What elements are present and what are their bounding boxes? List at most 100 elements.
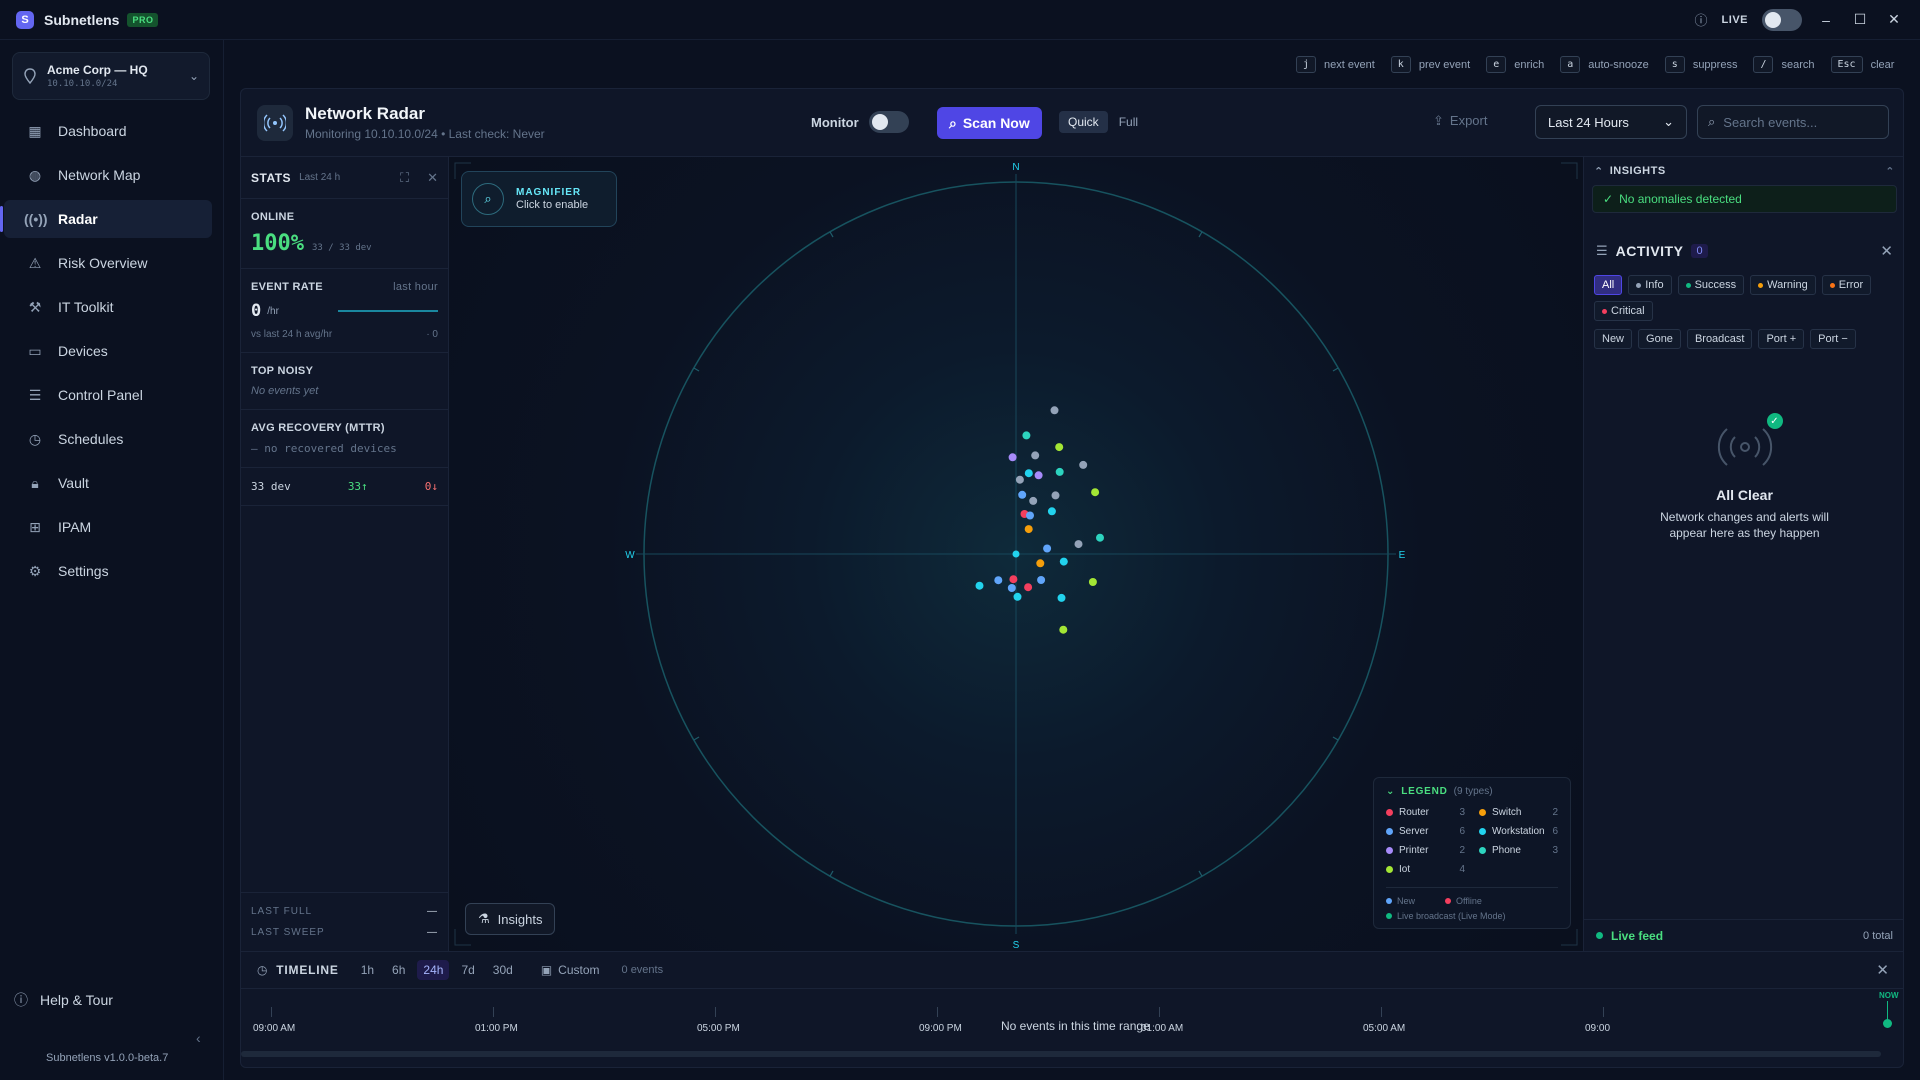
type-filter-chip[interactable]: New [1594, 329, 1633, 349]
type-filter-chip[interactable]: Gone [1638, 329, 1681, 349]
maximize-icon[interactable]: ☐ [1850, 11, 1870, 28]
legend-dot [1479, 847, 1486, 854]
monitor-toggle[interactable] [868, 111, 909, 133]
device-dot-unknown[interactable] [1015, 475, 1024, 484]
export-button[interactable]: ⇪ Export [1433, 113, 1487, 129]
filter-chip-error[interactable]: Error [1821, 275, 1872, 295]
device-dot-unknown[interactable] [1031, 451, 1040, 460]
chevron-down-icon: ⌄ [188, 69, 199, 83]
type-filter-chip[interactable]: Broadcast [1686, 329, 1753, 349]
device-dot-phone[interactable] [1096, 533, 1104, 542]
device-dot-router[interactable] [1024, 583, 1033, 592]
scan-now-button[interactable]: ⌕ Scan Now [937, 107, 1042, 139]
range-24h[interactable]: 24h [417, 960, 450, 980]
device-dot-workstation[interactable] [1057, 593, 1066, 602]
workspace-switcher[interactable]: Acme Corp — HQ 10.10.10.0/24 ⌄ [12, 52, 210, 100]
sidebar-item-devices[interactable]: ▭ Devices [4, 332, 212, 370]
sidebar-item-vault[interactable]: 🔒︎ Vault [4, 464, 212, 502]
device-dot-workstation[interactable] [1013, 592, 1022, 601]
device-dot-server[interactable] [1007, 584, 1016, 592]
expand-icon[interactable]: ⛶ [400, 170, 409, 186]
range-6h[interactable]: 6h [386, 960, 411, 980]
live-feed-total: 0 total [1863, 929, 1893, 942]
app-title: Subnetlens [44, 11, 120, 28]
legend-toggle[interactable]: ⌄ LEGEND (9 types) [1386, 786, 1558, 797]
radar-canvas[interactable]: N S E W ⌕ MAGNIFIER Click to enable ⚗ In… [449, 157, 1583, 951]
legend-count: 3 [1552, 845, 1558, 856]
help-tour-link[interactable]: ⓘ Help & Tour [14, 990, 113, 1010]
device-dot-switch[interactable] [1024, 525, 1033, 534]
magnifier-toggle[interactable]: ⌕ MAGNIFIER Click to enable [461, 171, 617, 227]
sidebar-item-ipam[interactable]: ⊞ IPAM [4, 508, 212, 546]
custom-range-button[interactable]: ▣ Custom [541, 963, 600, 977]
warning-icon: ⚠ [28, 254, 42, 271]
device-dot-server[interactable] [1043, 544, 1052, 553]
device-dot-server[interactable] [994, 576, 1003, 585]
sidebar-item-radar[interactable]: ((•)) Radar [0, 200, 212, 238]
help-circle-icon[interactable]: ⓘ [1695, 10, 1708, 29]
insights-button[interactable]: ⚗ Insights [465, 903, 556, 935]
device-dot-server[interactable] [1026, 511, 1034, 520]
time-range-select[interactable]: Last 24 Hours ⌄ [1535, 105, 1687, 139]
timeline-scrollbar[interactable] [241, 1051, 1881, 1057]
filter-chip-warning[interactable]: Warning [1750, 275, 1816, 295]
mode-quick[interactable]: Quick [1059, 111, 1108, 133]
device-dot-unknown[interactable] [1051, 491, 1060, 500]
sidebar-item-control-panel[interactable]: ☰ Control Panel [4, 376, 212, 414]
device-dot-iot[interactable] [1091, 488, 1100, 497]
close-icon[interactable]: ✕ [1876, 961, 1889, 979]
device-dot-printer[interactable] [1034, 471, 1043, 480]
device-dot-unknown[interactable] [1029, 496, 1038, 505]
close-window-icon[interactable]: ✕ [1884, 11, 1904, 28]
device-dot-unknown[interactable] [1050, 406, 1059, 415]
device-dot-workstation[interactable] [1059, 557, 1068, 566]
sidebar-item-it-toolkit[interactable]: ⚒ IT Toolkit [4, 288, 212, 326]
device-dot-router[interactable] [1009, 575, 1018, 584]
device-dot-workstation[interactable] [1024, 469, 1033, 478]
collapse-sidebar-icon[interactable]: ‹ [196, 1030, 201, 1046]
device-dot-phone[interactable] [1022, 431, 1031, 440]
close-icon[interactable]: ✕ [1880, 242, 1893, 260]
device-dot-unknown[interactable] [1079, 460, 1088, 469]
range-30d[interactable]: 30d [487, 960, 519, 980]
range-1h[interactable]: 1h [355, 960, 380, 980]
sidebar-item-network-map[interactable]: ◍ Network Map [4, 156, 212, 194]
type-filter-chip[interactable]: Port − [1810, 329, 1856, 349]
range-7d[interactable]: 7d [455, 960, 480, 980]
calendar-icon: ▣ [540, 963, 553, 977]
device-dot-workstation[interactable] [1047, 507, 1056, 516]
sidebar-item-settings[interactable]: ⚙ Settings [4, 552, 212, 590]
device-dot-switch[interactable] [1036, 559, 1045, 568]
device-dot-server[interactable] [1037, 576, 1046, 584]
device-dot-workstation[interactable] [975, 581, 984, 590]
timeline-tick-label: 09:00 [1585, 1023, 1611, 1034]
device-dot-iot[interactable] [1055, 443, 1064, 452]
search-input[interactable] [1723, 114, 1874, 130]
sidebar-item-dashboard[interactable]: ▦ Dashboard [4, 112, 212, 150]
device-dot-unknown[interactable] [1074, 540, 1083, 549]
device-dot-printer[interactable] [1008, 453, 1017, 462]
workspace-subnet: 10.10.10.0/24 [47, 79, 118, 89]
device-dot-iot[interactable] [1088, 578, 1097, 586]
minimize-icon[interactable]: – [1816, 12, 1836, 28]
device-dot-iot[interactable] [1059, 625, 1068, 634]
clock-icon: ◷ [257, 963, 269, 977]
sidebar-item-schedules[interactable]: ◷ Schedules [4, 420, 212, 458]
filter-chip-all[interactable]: All [1594, 275, 1623, 295]
mode-full[interactable]: Full [1110, 111, 1147, 133]
device-dot-server[interactable] [1018, 490, 1027, 499]
live-toggle[interactable] [1762, 8, 1802, 31]
timeline-track[interactable]: NOW No events in this time range 09:00 A… [241, 988, 1903, 1067]
close-icon[interactable]: ✕ [427, 170, 438, 186]
type-filter-chip[interactable]: Port + [1758, 329, 1805, 349]
insights-header[interactable]: ⌃ INSIGHTS ⌃ [1584, 157, 1903, 185]
filter-chip-success[interactable]: Success [1677, 275, 1745, 295]
filter-chip-info[interactable]: Info [1628, 275, 1672, 295]
sidebar-item-risk-overview[interactable]: ⚠ Risk Overview [4, 244, 212, 282]
filter-chip-critical[interactable]: Critical [1594, 301, 1653, 321]
timeline-tick-label: 05:00 PM [697, 1023, 740, 1034]
title-bar: S Subnetlens PRO ⓘ LIVE – ☐ ✕ [0, 0, 1920, 40]
device-dot-phone[interactable] [1055, 467, 1064, 476]
legend-item-router: Router 3 [1386, 807, 1465, 818]
empty-description: Network changes and alerts will appear h… [1660, 510, 1829, 540]
